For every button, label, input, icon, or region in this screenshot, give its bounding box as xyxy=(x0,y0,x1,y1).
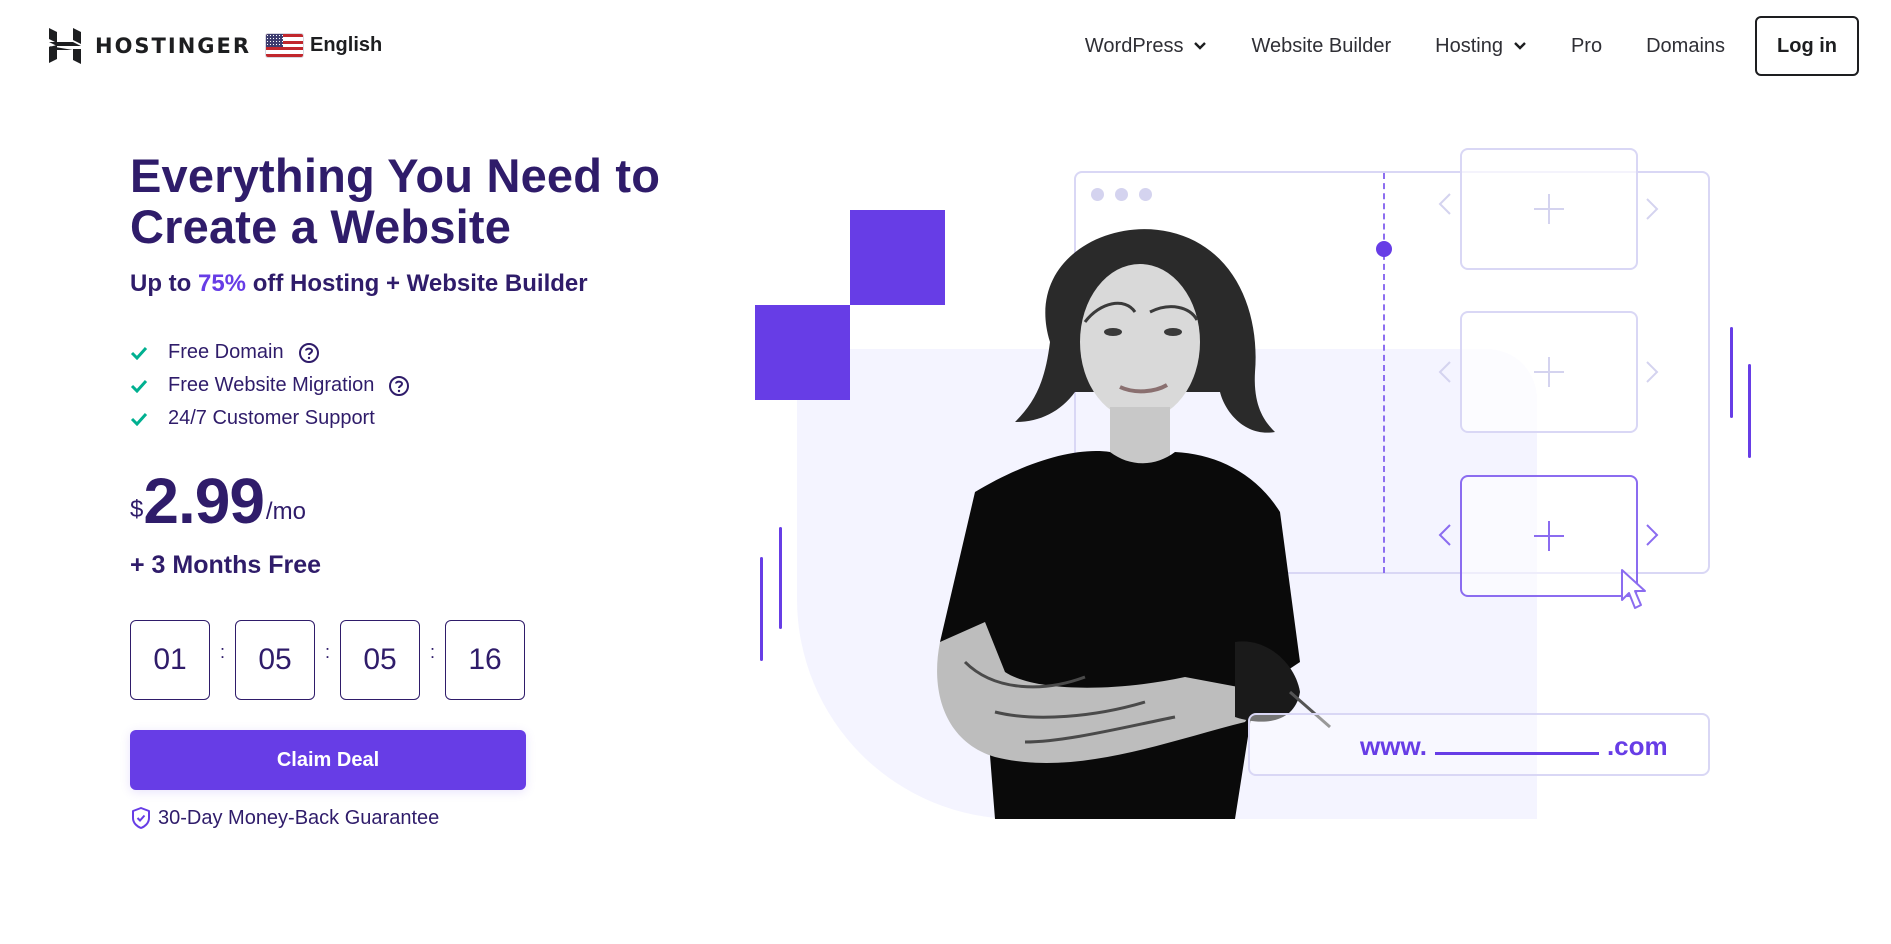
check-icon xyxy=(130,379,148,393)
claim-deal-button[interactable]: Claim Deal xyxy=(130,730,526,790)
layout-card xyxy=(1460,148,1638,270)
hostinger-logo-icon xyxy=(49,28,81,64)
countdown-separator: : xyxy=(429,642,435,662)
plus-icon xyxy=(1534,194,1564,224)
chevron-left-icon xyxy=(1438,361,1451,383)
nav-pro-label: Pro xyxy=(1570,34,1603,57)
check-icon xyxy=(130,346,148,360)
main-nav: WordPress Website Builder Hosting Pro Do… xyxy=(1041,16,1859,76)
window-dot xyxy=(1115,188,1128,201)
url-prefix: www. xyxy=(1360,731,1427,761)
chevron-left-icon xyxy=(1438,524,1451,546)
plus-icon xyxy=(1534,357,1564,387)
countdown-hours: 05 xyxy=(235,620,315,700)
shield-check-icon xyxy=(132,807,150,829)
brand-name: HOSTINGER xyxy=(95,34,252,58)
help-icon[interactable] xyxy=(388,375,410,397)
countdown-separator: : xyxy=(324,642,330,662)
decor-line xyxy=(1748,364,1751,458)
feature-item: Free Domain xyxy=(130,336,750,369)
hero-content: Everything You Need to Create a Website … xyxy=(130,150,750,830)
price: $ 2.99 /mo xyxy=(130,465,750,537)
url-blank xyxy=(1434,752,1599,755)
chevron-left-icon xyxy=(1438,193,1451,215)
chevron-down-icon xyxy=(1194,42,1207,50)
nav-hosting[interactable]: Hosting xyxy=(1435,35,1527,58)
language-label: English xyxy=(310,34,383,56)
resize-guide xyxy=(1383,173,1385,573)
layout-card xyxy=(1460,311,1638,433)
guarantee-label: 30-Day Money-Back Guarantee xyxy=(158,806,440,829)
chevron-right-icon xyxy=(1646,524,1659,546)
countdown-seconds: 16 xyxy=(445,620,525,700)
subtitle-suffix: off Hosting + Website Builder xyxy=(246,270,588,297)
feature-item: 24/7 Customer Support xyxy=(130,402,750,435)
countdown-separator: : xyxy=(219,642,225,662)
layout-card-active xyxy=(1460,475,1638,597)
chevron-right-icon xyxy=(1646,198,1659,220)
language-selector[interactable]: English xyxy=(265,33,382,58)
nav-wordpress-label: WordPress xyxy=(1084,34,1184,57)
countdown-timer: 01 : 05 : 05 : 16 xyxy=(130,620,750,700)
chevron-down-icon xyxy=(1514,42,1526,50)
countdown-days: 01 xyxy=(130,620,210,700)
us-flag-icon xyxy=(265,33,304,58)
window-dot xyxy=(1091,188,1104,201)
bonus-text: + 3 Months Free xyxy=(130,551,322,579)
help-icon[interactable] xyxy=(298,342,320,364)
nav-wordpress[interactable]: WordPress xyxy=(1085,35,1208,58)
discount-percent: 75% xyxy=(197,270,247,297)
domain-placeholder: www. .com xyxy=(1360,731,1668,762)
nav-hosting-label: Hosting xyxy=(1435,34,1503,57)
feature-label: Free Domain xyxy=(168,341,284,363)
login-button[interactable]: Log in xyxy=(1755,16,1859,76)
decor-square xyxy=(755,305,850,400)
feature-list: Free Domain Free Website Migration 24/7 … xyxy=(130,336,750,435)
money-back-guarantee: 30-Day Money-Back Guarantee xyxy=(130,806,750,830)
nav-domains-label: Domains xyxy=(1646,34,1726,57)
chevron-right-icon xyxy=(1646,361,1659,383)
decor-line xyxy=(760,557,763,661)
nav-website-builder-label: Website Builder xyxy=(1251,34,1392,57)
hostinger-logo[interactable]: HOSTINGER xyxy=(49,28,251,64)
title-line-1: Everything You Need to xyxy=(130,149,661,202)
mouse-cursor-icon xyxy=(1621,569,1646,609)
promo-subtitle: Up to 75% off Hosting + Website Builder xyxy=(130,270,750,298)
nav-pro[interactable]: Pro xyxy=(1571,35,1602,58)
price-currency: $ xyxy=(130,496,144,523)
decor-square xyxy=(850,210,945,305)
url-suffix: .com xyxy=(1606,731,1668,761)
domain-bar: www. .com xyxy=(1248,713,1710,776)
plus-icon xyxy=(1534,521,1564,551)
window-dot xyxy=(1139,188,1152,201)
price-period: /mo xyxy=(265,498,306,525)
feature-label: 24/7 Customer Support xyxy=(168,407,375,429)
check-icon xyxy=(130,412,148,426)
decor-line xyxy=(1730,327,1733,418)
decor-line xyxy=(779,527,782,629)
price-amount: 2.99 xyxy=(143,465,265,537)
feature-label: Free Website Migration xyxy=(168,374,375,396)
page-title: Everything You Need to Create a Website xyxy=(130,150,750,252)
nav-domains[interactable]: Domains xyxy=(1646,35,1725,58)
countdown-minutes: 05 xyxy=(340,620,420,700)
nav-website-builder[interactable]: Website Builder xyxy=(1251,35,1391,58)
subtitle-prefix: Up to xyxy=(130,270,198,297)
title-line-2: Create a Website xyxy=(130,200,512,253)
site-header: HOSTINGER English WordPress Website Buil… xyxy=(0,0,1891,92)
resize-handle xyxy=(1376,241,1392,257)
feature-item: Free Website Migration xyxy=(130,369,750,402)
